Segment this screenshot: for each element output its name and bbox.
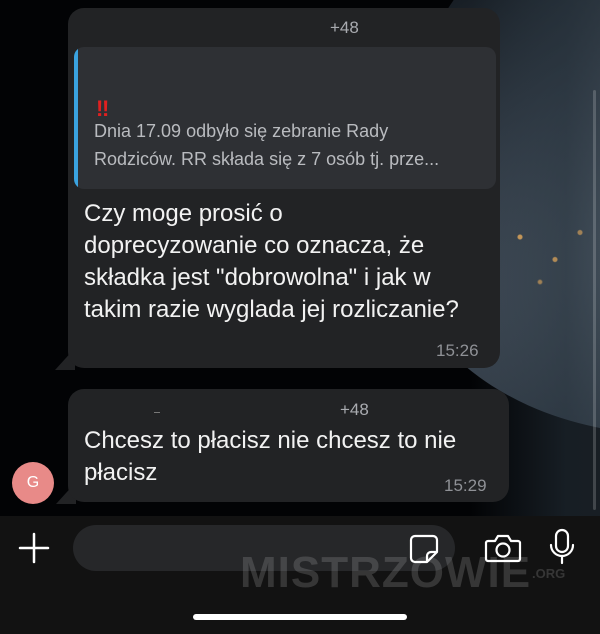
message-text-line: Chcesz to płacisz nie chcesz to nie	[84, 427, 457, 454]
microphone-icon	[549, 528, 575, 565]
scrollbar[interactable]	[593, 90, 596, 510]
quote-text-line: Rodziców. RR składa się z 7 osób tj. prz…	[94, 149, 440, 169]
wallpaper-city-lights	[500, 210, 600, 300]
message-text-line: składka jest "dobrowolna" i jak w	[84, 264, 431, 291]
attach-button[interactable]	[16, 530, 52, 566]
microphone-button[interactable]	[548, 528, 576, 566]
home-indicator[interactable]	[193, 614, 407, 620]
camera-button[interactable]	[484, 532, 522, 564]
quote-accent-bar	[74, 47, 78, 189]
message-text-line: Czy moge prosić o	[84, 200, 283, 227]
quote-text-line: Dnia 17.09 odbyło się zebranie Rady	[94, 121, 389, 141]
redacted-name-mark	[154, 412, 160, 413]
watermark-suffix: .ORG	[532, 566, 566, 581]
sender-phone[interactable]: +48	[340, 400, 369, 420]
sender-avatar[interactable]: G	[12, 462, 54, 504]
plus-icon	[18, 532, 50, 564]
double-exclamation-icon: ‼	[96, 96, 109, 121]
message-text-line: doprecyzowanie co oznacza, że	[84, 232, 425, 259]
message-text: Chcesz to płacisz nie chcesz to nie płac…	[84, 425, 456, 489]
quoted-message[interactable]: ‼ Dnia 17.09 odbyło się zebranie Rady Ro…	[74, 47, 496, 189]
message-text: Czy moge prosić o doprecyzowanie co ozna…	[84, 198, 459, 326]
message-text-line: takim razie wyglada jej rozliczanie?	[84, 296, 459, 323]
sticker-icon	[409, 534, 439, 564]
message-text-line: płacisz	[84, 459, 158, 486]
sender-phone[interactable]: +48	[330, 18, 359, 38]
camera-icon	[484, 534, 522, 563]
message-timestamp: 15:26	[436, 341, 479, 360]
message-timestamp: 15:29	[444, 476, 487, 495]
sticker-button[interactable]	[408, 533, 440, 565]
